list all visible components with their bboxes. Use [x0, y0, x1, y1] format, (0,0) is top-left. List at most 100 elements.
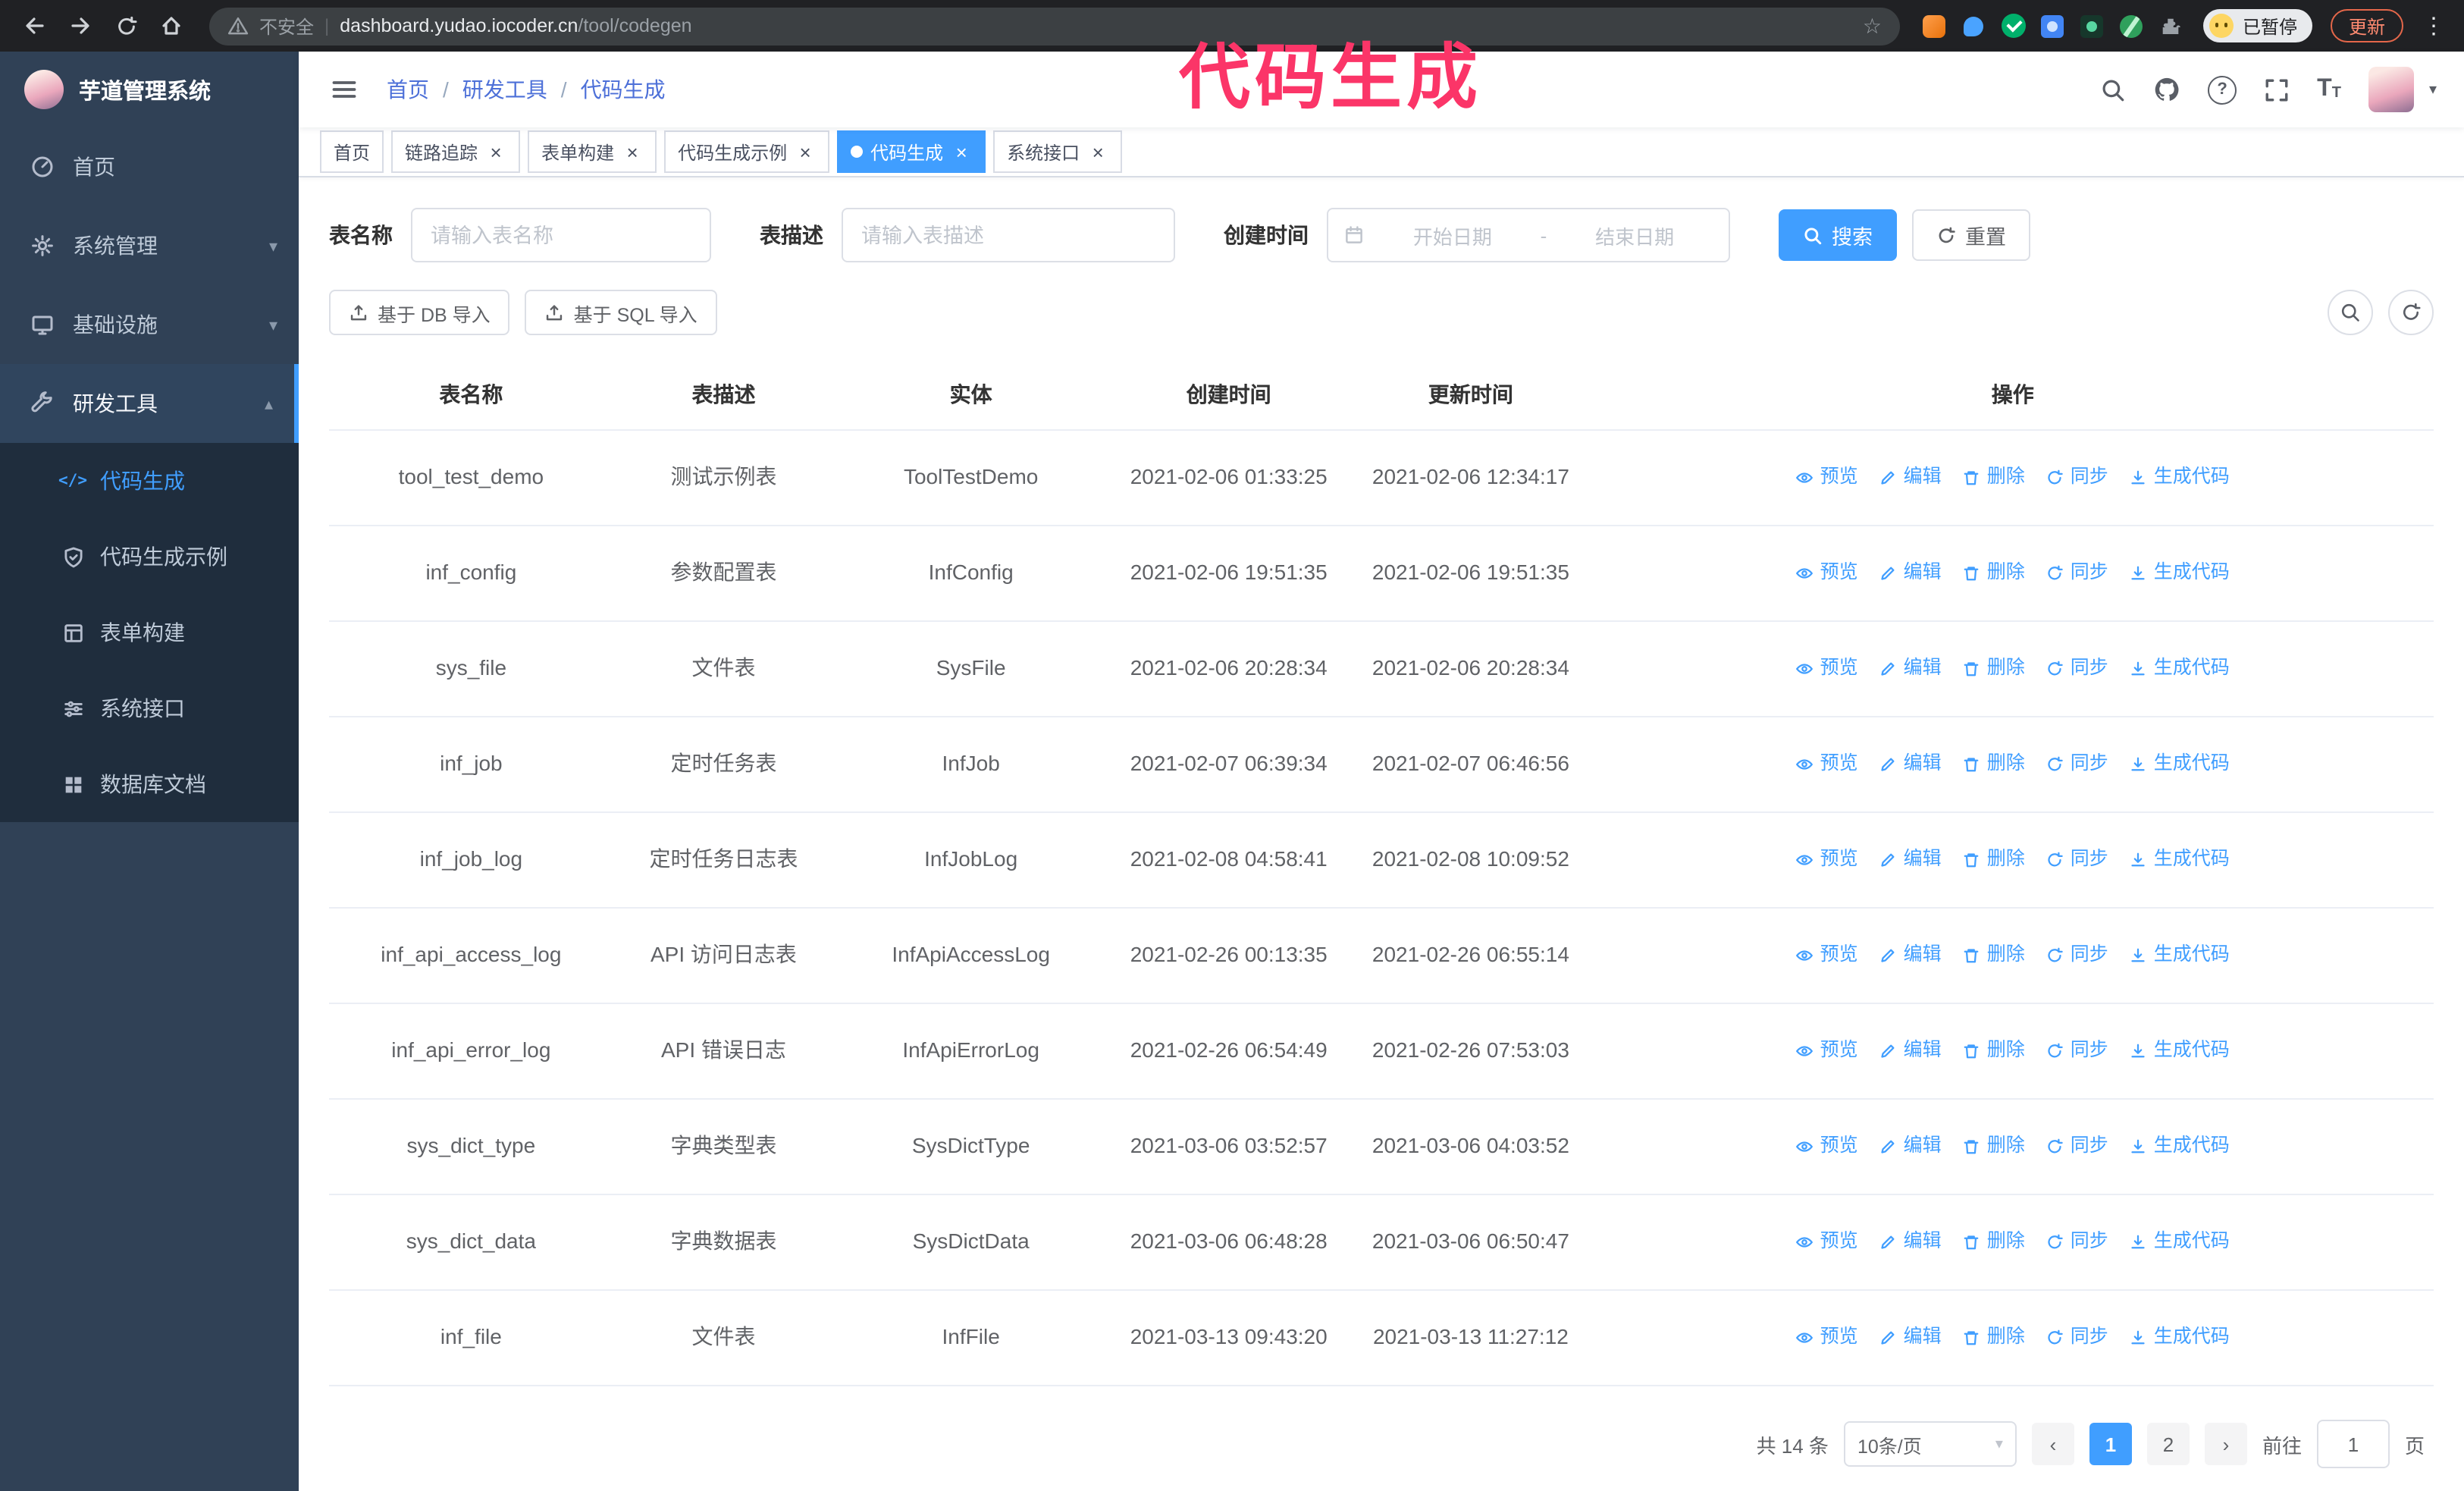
sync-link[interactable]: 同步: [2046, 1037, 2108, 1066]
edit-link[interactable]: 编辑: [1879, 1132, 1942, 1162]
next-page-button[interactable]: ›: [2204, 1423, 2247, 1465]
refresh-table-button[interactable]: [2388, 290, 2434, 335]
extension-icon-2[interactable]: [1958, 9, 1991, 42]
sync-link[interactable]: 同步: [2046, 559, 2108, 589]
tab-codegen[interactable]: 代码生成 ×: [837, 130, 986, 173]
avatar-caret-icon[interactable]: ▾: [2429, 81, 2437, 98]
tab-form-builder[interactable]: 表单构建 ×: [528, 130, 657, 173]
generate-code-link[interactable]: 生成代码: [2130, 941, 2230, 971]
sync-link[interactable]: 同步: [2046, 750, 2108, 780]
browser-update-button[interactable]: 更新: [2330, 9, 2403, 42]
bookmark-star-icon[interactable]: ☆: [1863, 13, 1882, 39]
table-name-input[interactable]: [411, 208, 711, 262]
reload-button[interactable]: [106, 6, 146, 46]
edit-link[interactable]: 编辑: [1879, 1228, 1942, 1257]
user-avatar[interactable]: [2368, 67, 2414, 112]
sync-link[interactable]: 同步: [2046, 1323, 2108, 1353]
tab-trace[interactable]: 链路追踪 ×: [391, 130, 521, 173]
back-button[interactable]: [15, 6, 55, 46]
extension-icon-5[interactable]: [2076, 9, 2109, 42]
sync-link[interactable]: 同步: [2046, 463, 2108, 493]
generate-code-link[interactable]: 生成代码: [2130, 750, 2230, 780]
date-range-picker[interactable]: 开始日期 - 结束日期: [1327, 208, 1730, 262]
search-button[interactable]: 搜索: [1779, 209, 1897, 261]
generate-code-link[interactable]: 生成代码: [2130, 654, 2230, 684]
edit-link[interactable]: 编辑: [1879, 559, 1942, 589]
preview-link[interactable]: 预览: [1796, 846, 1858, 875]
sync-link[interactable]: 同步: [2046, 654, 2108, 684]
breadcrumb-home[interactable]: 首页: [387, 74, 429, 105]
page-button-2[interactable]: 2: [2146, 1423, 2190, 1465]
generate-code-link[interactable]: 生成代码: [2130, 1323, 2230, 1353]
edit-link[interactable]: 编辑: [1879, 1037, 1942, 1066]
generate-code-link[interactable]: 生成代码: [2130, 463, 2230, 493]
edit-link[interactable]: 编辑: [1879, 654, 1942, 684]
edit-link[interactable]: 编辑: [1879, 1323, 1942, 1353]
profile-paused-chip[interactable]: 已暂停: [2202, 9, 2312, 42]
sidebar-item-home[interactable]: 首页: [0, 127, 299, 206]
sidebar-item-codegen-example[interactable]: 代码生成示例: [0, 519, 299, 595]
sidebar-item-system[interactable]: 系统管理 ▾: [0, 206, 299, 285]
delete-link[interactable]: 删除: [1963, 1037, 2025, 1066]
delete-link[interactable]: 删除: [1963, 463, 2025, 493]
sync-link[interactable]: 同步: [2046, 846, 2108, 875]
github-button[interactable]: [2153, 76, 2180, 103]
preview-link[interactable]: 预览: [1796, 941, 1858, 971]
goto-page-input[interactable]: [2316, 1420, 2390, 1468]
fullscreen-button[interactable]: [2264, 77, 2290, 102]
generate-code-link[interactable]: 生成代码: [2130, 1228, 2230, 1257]
close-icon[interactable]: ×: [1087, 142, 1108, 162]
preview-link[interactable]: 预览: [1796, 463, 1858, 493]
delete-link[interactable]: 删除: [1963, 1323, 2025, 1353]
table-desc-input[interactable]: [842, 208, 1175, 262]
preview-link[interactable]: 预览: [1796, 1323, 1858, 1353]
import-db-button[interactable]: 基于 DB 导入: [329, 290, 510, 335]
home-button[interactable]: [152, 6, 191, 46]
toggle-search-button[interactable]: [2328, 290, 2373, 335]
sidebar-logo[interactable]: 芋道管理系统: [0, 52, 299, 127]
sidebar-toggle-button[interactable]: [326, 71, 362, 108]
generate-code-link[interactable]: 生成代码: [2130, 559, 2230, 589]
help-button[interactable]: ?: [2208, 75, 2237, 104]
sidebar-item-system-api[interactable]: 系统接口: [0, 670, 299, 746]
delete-link[interactable]: 删除: [1963, 846, 2025, 875]
extension-icon-1[interactable]: [1918, 9, 1951, 42]
tab-home[interactable]: 首页: [320, 130, 384, 173]
extension-icon-3[interactable]: [1997, 9, 2030, 42]
reset-button[interactable]: 重置: [1912, 209, 2030, 261]
edit-link[interactable]: 编辑: [1879, 846, 1942, 875]
close-icon[interactable]: ×: [795, 142, 816, 162]
close-icon[interactable]: ×: [951, 142, 972, 162]
forward-button[interactable]: [61, 6, 100, 46]
delete-link[interactable]: 删除: [1963, 559, 2025, 589]
preview-link[interactable]: 预览: [1796, 654, 1858, 684]
generate-code-link[interactable]: 生成代码: [2130, 846, 2230, 875]
address-bar[interactable]: 不安全 | dashboard.yudao.iocoder.cn/tool/co…: [209, 7, 1900, 45]
preview-link[interactable]: 预览: [1796, 750, 1858, 780]
tab-system-api[interactable]: 系统接口 ×: [993, 130, 1123, 173]
sidebar-item-db-docs[interactable]: 数据库文档: [0, 746, 299, 822]
header-search-button[interactable]: [2100, 77, 2126, 102]
delete-link[interactable]: 删除: [1963, 750, 2025, 780]
close-icon[interactable]: ×: [622, 142, 643, 162]
delete-link[interactable]: 删除: [1963, 1132, 2025, 1162]
breadcrumb-devtools[interactable]: 研发工具: [462, 74, 547, 105]
edit-link[interactable]: 编辑: [1879, 750, 1942, 780]
sidebar-item-infra[interactable]: 基础设施 ▾: [0, 285, 299, 364]
sidebar-item-codegen[interactable]: </> 代码生成: [0, 443, 299, 519]
sync-link[interactable]: 同步: [2046, 941, 2108, 971]
sidebar-item-devtools[interactable]: 研发工具 ▴: [0, 364, 299, 443]
tab-codegen-example[interactable]: 代码生成示例 ×: [664, 130, 830, 173]
edit-link[interactable]: 编辑: [1879, 463, 1942, 493]
edit-link[interactable]: 编辑: [1879, 941, 1942, 971]
page-button-1[interactable]: 1: [2089, 1423, 2132, 1465]
sidebar-item-form-builder[interactable]: 表单构建: [0, 595, 299, 670]
generate-code-link[interactable]: 生成代码: [2130, 1132, 2230, 1162]
extensions-puzzle-icon[interactable]: [2155, 9, 2188, 42]
extension-icon-4[interactable]: [2036, 9, 2070, 42]
preview-link[interactable]: 预览: [1796, 559, 1858, 589]
font-size-button[interactable]: TT: [2317, 77, 2341, 102]
page-size-select[interactable]: 10条/页 ▾: [1843, 1421, 2017, 1467]
delete-link[interactable]: 删除: [1963, 654, 2025, 684]
import-sql-button[interactable]: 基于 SQL 导入: [525, 290, 717, 335]
